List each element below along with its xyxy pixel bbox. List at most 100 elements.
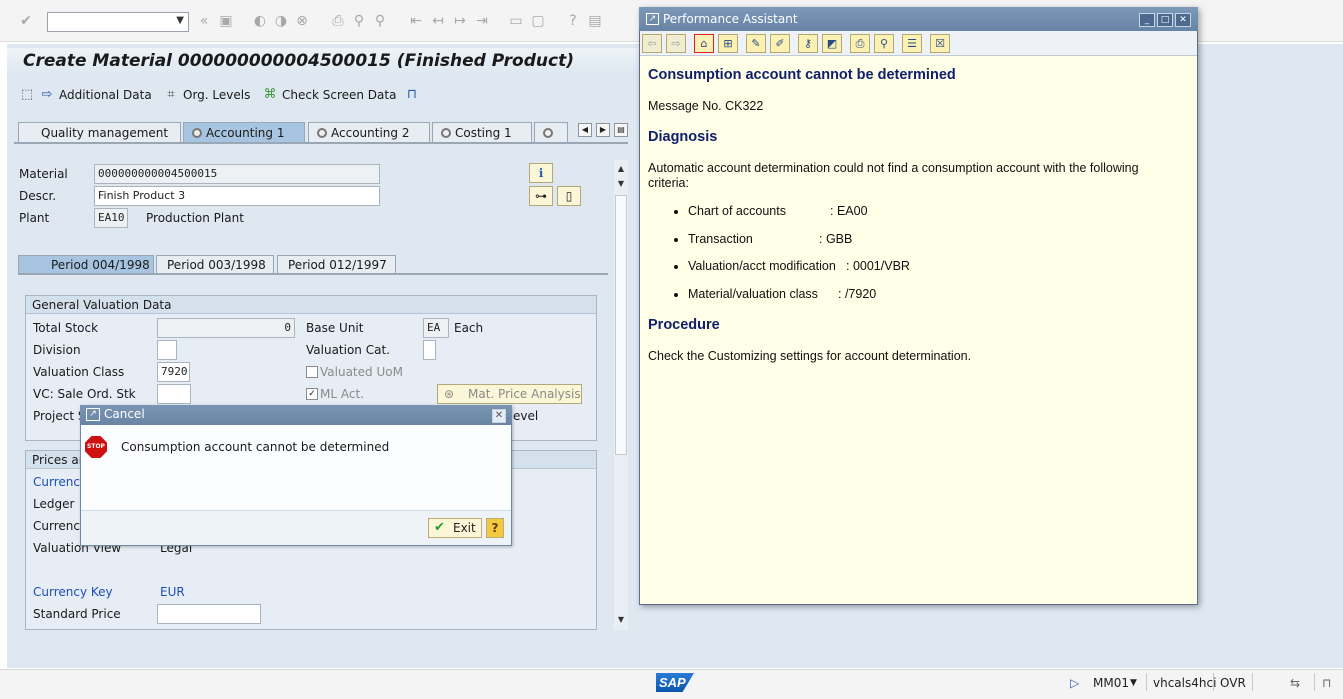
criteria-value: : /7920 [838,287,877,301]
scroll-down-icon[interactable]: ▼ [614,177,628,191]
plant-label: Plant [19,211,50,225]
valuation-class-field[interactable]: 7920 [157,362,190,382]
minimize-icon[interactable]: _ [1139,13,1155,27]
tab-list-icon[interactable]: ▤ [614,123,628,137]
division-field[interactable] [157,340,177,360]
org-levels-button[interactable]: ⌗ Org. Levels [163,86,250,104]
first-page-icon[interactable]: ⇤ [408,13,424,29]
scroll-up-icon[interactable]: ▲ [614,162,628,176]
standard-price-field[interactable] [157,604,261,624]
lock-button[interactable]: ⊓ [404,86,420,104]
find-icon[interactable]: ⚲ [351,13,367,29]
tab-status-icon [192,128,202,138]
check-screen-data-button[interactable]: ⌘ Check Screen Data [262,86,397,104]
back-icon[interactable]: « [196,13,212,29]
price-analysis-icon: ⊛ [444,387,455,401]
divider [1146,673,1147,691]
close-icon[interactable]: ✕ [492,409,506,423]
tab-quality-management[interactable]: Quality management [18,122,181,142]
pa-key-icon[interactable]: ⚷ [798,34,818,53]
total-stock-label: Total Stock [33,321,99,335]
tab-costing-1[interactable]: Costing 1 [432,122,532,142]
find-next-icon[interactable]: ⚲ [372,13,388,29]
exit-button[interactable]: ✔ Exit [428,518,482,538]
pa-highlight-icon[interactable]: ✐ [770,34,790,53]
total-stock-field[interactable]: 0 [157,318,295,338]
pa-close-icon[interactable]: ☒ [930,34,950,53]
help-icon[interactable]: ? [565,13,581,29]
vc-sale-ord-stk-field[interactable] [157,384,191,404]
plant-name: Production Plant [146,211,244,225]
cancel-icon[interactable]: ⊗ [294,13,310,29]
bullet [674,238,678,242]
glasses-button[interactable]: ⊶ [529,186,553,206]
pa-print-icon[interactable]: ⎙ [850,34,870,53]
criteria-value: : GBB [819,232,853,246]
tab-underline [14,142,628,144]
pa-procedure-text: Check the Customizing settings for accou… [648,349,972,363]
check-icon[interactable]: ✔ [18,13,34,29]
layout-menu-icon[interactable]: ▤ [587,13,603,29]
pa-forward-icon[interactable]: ⇨ [666,34,686,53]
check-screen-data-label: Check Screen Data [282,88,397,102]
command-field[interactable]: ▼ [47,12,189,32]
maximize-icon[interactable]: □ [1157,13,1173,27]
pa-back-icon[interactable]: ⇦ [642,34,662,53]
ml-act-checkbox[interactable]: ✓ [306,388,318,400]
document-button[interactable]: ▯ [557,186,581,206]
new-session-icon[interactable]: ▭ [508,13,524,29]
plant-field[interactable]: EA10 [94,208,128,228]
lock-icon[interactable]: ⊓ [1322,676,1331,690]
pa-structure-icon[interactable]: ⊞ [718,34,738,53]
print-icon[interactable]: ⎙ [330,13,346,29]
tab-period-012-1997[interactable]: Period 012/1997 [277,255,396,273]
tab-period-003-1998[interactable]: Period 003/1998 [156,255,274,273]
tab-scroll-right-icon[interactable]: ▶ [596,123,610,137]
save-icon[interactable]: ▣ [218,13,234,29]
base-unit-text: Each [454,321,484,335]
valuation-class-label: Valuation Class [33,365,125,379]
period-tab-label: Period 012/1997 [288,258,387,272]
valuation-cat-field[interactable] [423,340,436,360]
pa-note-icon[interactable]: ◩ [822,34,842,53]
bullet [674,210,678,214]
back-nav-icon[interactable]: ◐ [252,13,268,29]
scroll-bottom-icon[interactable]: ▼ [614,613,628,627]
last-page-icon[interactable]: ⇥ [474,13,490,29]
additional-data-button[interactable]: ⬚ ⇨ Additional Data [19,86,152,104]
arrow-right-icon: ⇨ [41,87,53,102]
currency-label: Currency [33,475,88,489]
tab-period-004-1998[interactable]: Period 004/1998 [18,255,154,273]
material-field[interactable]: 000000000004500015 [94,164,380,184]
close-icon[interactable]: ✕ [1175,13,1191,27]
mat-price-analysis-button[interactable]: ⊛ Mat. Price Analysis [437,384,582,404]
pa-heading: Consumption account cannot be determined [648,67,956,83]
next-page-icon[interactable]: ↦ [452,13,468,29]
chevron-down-icon[interactable]: ▼ [176,15,184,26]
tab-accounting-1[interactable]: Accounting 1 [183,122,305,142]
pa-settings-icon[interactable]: ☰ [902,34,922,53]
connection-icon[interactable]: ⇆ [1290,676,1300,690]
dialog-help-button[interactable]: ? [486,518,504,538]
transaction-code: MM01 [1093,676,1129,690]
chevron-down-icon[interactable]: ▼ [1130,678,1137,688]
pa-technical-info-icon[interactable]: ⌂ [694,34,714,53]
tab-overflow[interactable] [534,122,568,142]
price-level-label: evel [513,409,539,423]
pa-find-icon[interactable]: ⚲ [874,34,894,53]
base-unit-field[interactable]: EA [423,318,449,338]
valuated-uom-label: Valuated UoM [320,365,403,379]
prev-page-icon[interactable]: ↤ [430,13,446,29]
tab-scroll-left-icon[interactable]: ◀ [578,123,592,137]
description-field[interactable]: Finish Product 3 [94,186,380,206]
shortcut-icon[interactable]: ▢ [530,13,546,29]
scrollbar-thumb[interactable] [615,195,627,455]
exit-icon[interactable]: ◑ [273,13,289,29]
status-expand-icon[interactable]: ▷ [1070,676,1079,690]
tab-accounting-2[interactable]: Accounting 2 [308,122,430,142]
valuated-uom-checkbox[interactable] [306,366,318,378]
pa-edit-icon[interactable]: ✎ [746,34,766,53]
criteria-value: : EA00 [830,204,868,218]
command-input[interactable] [48,13,166,31]
info-button[interactable]: ℹ [529,163,553,183]
